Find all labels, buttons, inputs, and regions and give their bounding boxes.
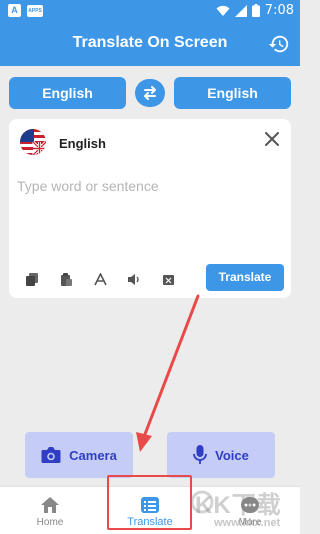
notification-apps-icon: APPS	[27, 4, 43, 17]
text-input[interactable]: Type word or sentence	[17, 178, 159, 194]
watermark-url: www.kkx.net	[214, 517, 281, 529]
app-bar: Translate On Screen	[0, 22, 300, 66]
battery-icon	[251, 4, 260, 17]
highlight-box	[107, 475, 192, 530]
language-selector: English English	[0, 66, 300, 116]
paste-icon[interactable]	[60, 273, 73, 286]
voice-button[interactable]: Voice	[167, 432, 275, 478]
input-language-label: English	[59, 136, 106, 151]
copy-icon[interactable]	[26, 273, 39, 286]
voice-label: Voice	[215, 447, 249, 463]
status-bar: A APPS 7:08	[0, 0, 300, 22]
input-card: English Type word or sentence Translate	[9, 119, 291, 298]
nav-item-home[interactable]: Home	[10, 487, 90, 534]
input-mode-actions: Camera Voice	[0, 432, 300, 480]
signal-icon	[234, 4, 247, 17]
font-icon[interactable]	[94, 273, 107, 286]
home-icon	[41, 497, 59, 513]
speaker-icon[interactable]	[128, 273, 141, 286]
close-icon[interactable]	[265, 132, 279, 146]
delete-icon[interactable]	[162, 273, 175, 286]
swap-arrows-icon	[144, 86, 156, 100]
notification-a-icon: A	[8, 4, 21, 17]
camera-button[interactable]: Camera	[25, 432, 133, 478]
wifi-icon	[216, 5, 230, 16]
camera-label: Camera	[69, 447, 117, 463]
clock-time: 7:08	[264, 3, 294, 18]
us-uk-flag-icon	[20, 129, 46, 155]
source-language-button[interactable]: English	[9, 77, 126, 109]
watermark-text: KK下载	[195, 492, 282, 519]
camera-icon	[41, 447, 61, 463]
translate-button[interactable]: Translate	[206, 264, 284, 291]
microphone-icon	[193, 445, 208, 464]
history-icon[interactable]	[268, 33, 290, 55]
swap-languages-button[interactable]	[135, 79, 165, 107]
input-toolbar	[26, 273, 175, 286]
nav-label-home: Home	[36, 517, 64, 528]
target-language-button[interactable]: English	[174, 77, 291, 109]
page-title: Translate On Screen	[72, 34, 228, 51]
